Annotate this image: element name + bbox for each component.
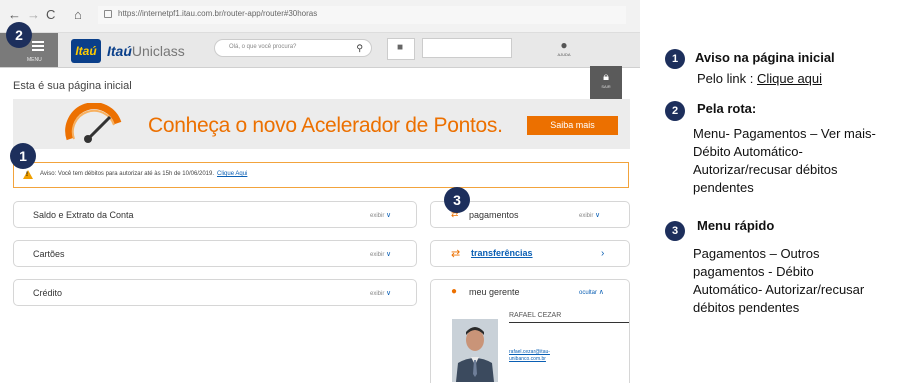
- notice-text: Aviso: Você tem débitos para autorizar a…: [40, 171, 215, 177]
- notice-message: Aviso: Você tem débitos para autorizar a…: [40, 171, 247, 177]
- note-line: Menu- Pagamentos – Ver mais-: [693, 126, 876, 141]
- manager-photo-art: [452, 319, 498, 382]
- card-gerente: ● meu gerente ocultar ∧ RAFAEL CEZAR raf…: [430, 279, 630, 383]
- expand-label: exibir: [370, 291, 385, 297]
- transferencias-link[interactable]: transferências: [471, 248, 533, 258]
- expand-label: exibir: [370, 213, 385, 219]
- card-title: meu gerente: [469, 287, 520, 297]
- note-prefix: Pelo link :: [697, 71, 757, 86]
- note-badge: 2: [665, 101, 685, 121]
- browser-toolbar: ← → C ⌂ https://internetpf1.itau.com.br/…: [0, 0, 640, 33]
- page-title: Esta é sua página inicial: [13, 80, 132, 92]
- note-line: débitos pendentes: [693, 300, 800, 315]
- user-field[interactable]: [422, 38, 512, 58]
- transfer-icon: ⇄: [451, 248, 461, 260]
- note-title: Menu rápido: [697, 218, 775, 233]
- forward-icon[interactable]: →: [27, 7, 40, 23]
- note-link[interactable]: Clique aqui: [757, 71, 822, 86]
- manager-photo: [452, 319, 498, 382]
- brand-light: Uniclass: [131, 43, 185, 59]
- note-badge: 1: [665, 49, 685, 69]
- step-badge: 3: [444, 187, 470, 213]
- note-body: Pelo link : Clique aqui: [697, 70, 822, 88]
- card-title: Crédito: [33, 288, 63, 298]
- card-transferencias[interactable]: ⇄ transferências ›: [430, 240, 630, 267]
- manager-divider: [509, 322, 629, 323]
- note-title: Aviso na página inicial: [695, 50, 835, 65]
- home-icon[interactable]: ⌂: [74, 7, 82, 23]
- help-icon: ●: [560, 38, 568, 52]
- screenshot: ← → C ⌂ https://internetpf1.itau.com.br/…: [0, 0, 640, 383]
- step-badge: 1: [10, 143, 36, 169]
- card-expand[interactable]: exibir ∨: [370, 250, 391, 258]
- logout-button[interactable]: 🔒︎ SAIR: [590, 66, 622, 100]
- card-credito[interactable]: Crédito exibir ∨: [13, 279, 417, 306]
- step-badge: 2: [6, 22, 32, 48]
- reload-icon[interactable]: C: [46, 7, 55, 23]
- card-cartoes[interactable]: Cartões exibir ∨: [13, 240, 417, 267]
- manager-icon: ●: [451, 286, 458, 297]
- chevron-down-icon: ∨: [386, 251, 392, 258]
- chevron-down-icon: ∨: [386, 290, 392, 297]
- gerente-body: RAFAEL CEZAR rafael.cezar@itau-unibanco.…: [431, 304, 629, 383]
- card-expand[interactable]: exibir ∨: [370, 289, 391, 297]
- note-line: Débito Automático-: [693, 144, 803, 159]
- hamburger-icon: [32, 41, 44, 53]
- warning-icon: [23, 170, 33, 179]
- note-body: Menu- Pagamentos – Ver mais- Débito Auto…: [693, 125, 876, 197]
- card-expand[interactable]: exibir ∨: [370, 211, 391, 219]
- note-body: Pagamentos – Outros pagamentos - Débito …: [693, 245, 864, 317]
- note-line: Pagamentos – Outros: [693, 246, 820, 261]
- logout-label: SAIR: [601, 84, 611, 89]
- brand-bold: Itaú: [107, 43, 132, 59]
- search-placeholder: Olá, o que você procura?: [229, 44, 297, 50]
- expand-label: exibir: [370, 252, 385, 258]
- chevron-up-icon: ∧: [598, 289, 604, 296]
- card-saldo[interactable]: Saldo e Extrato da Conta exibir ∨: [13, 201, 417, 228]
- itau-logo[interactable]: Itaú: [71, 39, 101, 63]
- note-line: Automático- Autorizar/recusar: [693, 282, 865, 297]
- note-line: Autorizar/recusar débitos: [693, 162, 838, 177]
- chevron-down-icon: ∨: [595, 212, 601, 219]
- card-title: Cartões: [33, 249, 65, 259]
- debit-notice: ! Aviso: Você tem débitos para autorizar…: [13, 162, 629, 188]
- card-title: pagamentos: [469, 210, 519, 220]
- back-icon[interactable]: ←: [8, 7, 21, 23]
- chevron-down-icon: ∨: [386, 212, 392, 219]
- manager-name: RAFAEL CEZAR: [509, 312, 562, 319]
- banner-headline: Conheça o novo Acelerador de Pontos.: [148, 114, 503, 137]
- search-icon[interactable]: ⚲: [356, 43, 363, 54]
- notice-link[interactable]: Clique Aqui: [217, 171, 247, 177]
- chevron-right-icon[interactable]: ›: [601, 248, 604, 259]
- note-title: Pela rota:: [697, 101, 757, 116]
- note-line: pendentes: [693, 180, 754, 195]
- brand-name: ItaúUniclass: [107, 43, 185, 59]
- collapse-label: ocultar: [579, 290, 598, 296]
- manager-email[interactable]: rafael.cezar@itau-unibanco.com.br: [509, 349, 579, 363]
- menu-label: MENU: [27, 57, 42, 63]
- card-expand[interactable]: exibir ∨: [579, 211, 600, 219]
- note-line: pagamentos - Débito: [693, 264, 814, 279]
- user-icon: ■: [397, 42, 404, 53]
- expand-label: exibir: [579, 213, 594, 219]
- saiba-mais-button[interactable]: Saiba mais: [527, 116, 618, 135]
- note-badge: 3: [665, 221, 685, 241]
- url-text: https://internetpf1.itau.com.br/router-a…: [118, 9, 318, 18]
- search-input[interactable]: Olá, o que você procura? ⚲: [214, 39, 372, 57]
- warning-mark: !: [26, 172, 28, 178]
- speedometer-icon: [65, 103, 122, 143]
- card-collapse[interactable]: ocultar ∧: [579, 288, 604, 296]
- help-label: AJUDA: [557, 52, 571, 57]
- lock-icon: [104, 10, 112, 18]
- help-button[interactable]: ● AJUDA: [550, 38, 578, 57]
- card-title: Saldo e Extrato da Conta: [33, 210, 134, 220]
- padlock-icon: 🔒︎: [603, 71, 609, 83]
- user-button[interactable]: ■: [387, 38, 415, 60]
